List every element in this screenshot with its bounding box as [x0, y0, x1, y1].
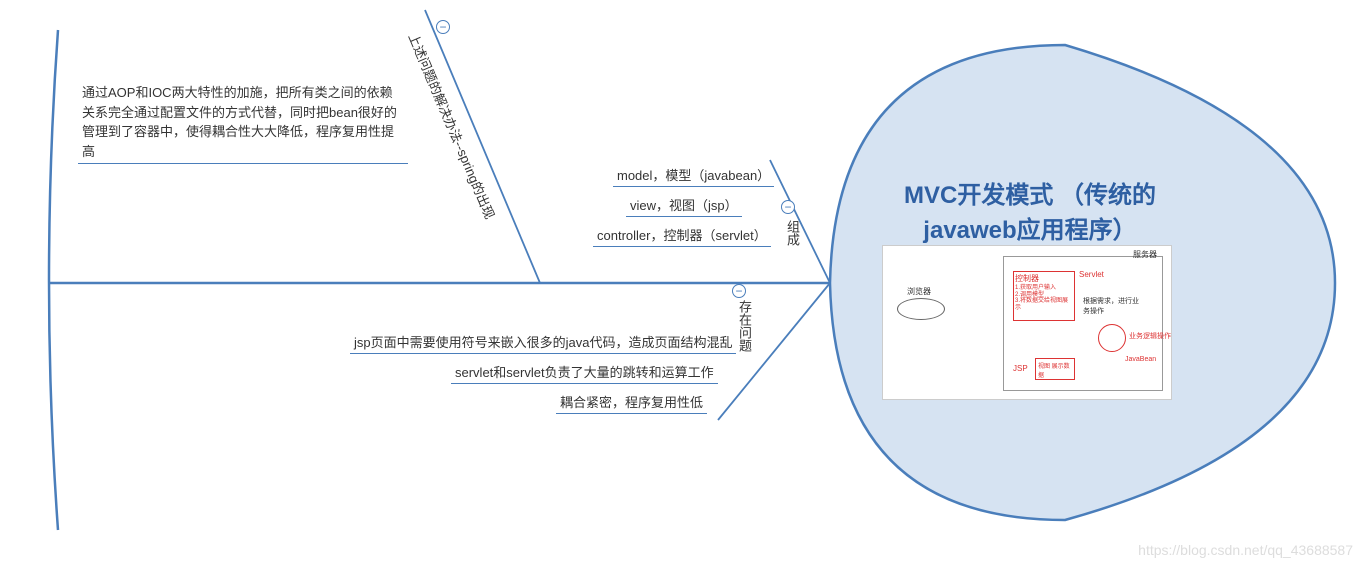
view-sub: 视图 展示数据	[1036, 359, 1074, 381]
model-desc: 根据需求，进行业务操作	[1083, 296, 1143, 316]
composition-branch-label: 组成	[783, 220, 802, 246]
view-box: 视图 展示数据	[1035, 358, 1075, 380]
embedded-diagram: 浏览器 服务器 控制器 1.获取用户输入 2.调用模型 3.将数据交给视图展示 …	[882, 245, 1172, 400]
composition-item-controller: controller，控制器（servlet）	[593, 225, 771, 247]
controller-label: 控制器	[1014, 272, 1074, 285]
problem-item-1: jsp页面中需要使用符号来嵌入很多的java代码，造成页面结构混乱	[350, 332, 736, 354]
servlet-label: Servlet	[1079, 270, 1104, 279]
model-circle	[1098, 324, 1126, 352]
problem-item-2: servlet和servlet负责了大量的跳转和运算工作	[451, 362, 718, 384]
composition-item-view: view，视图（jsp）	[626, 195, 742, 217]
collapse-icon[interactable]: −	[781, 200, 795, 214]
controller-sub: 1.获取用户输入 2.调用模型 3.将数据交给视图展示	[1014, 285, 1074, 311]
head-title: MVC开发模式 （传统的javaweb应用程序）	[870, 175, 1190, 245]
server-label: 服务器	[1133, 249, 1157, 260]
controller-box: 控制器 1.获取用户输入 2.调用模型 3.将数据交给视图展示	[1013, 271, 1075, 321]
browser-label: 浏览器	[907, 286, 931, 297]
browser-node	[897, 298, 945, 320]
composition-item-model: model，模型（javabean）	[613, 165, 774, 187]
watermark: https://blog.csdn.net/qq_43688587	[1138, 542, 1353, 558]
problems-branch-label: 存在问题	[735, 300, 754, 352]
javabean-label: JavaBean	[1125, 356, 1156, 363]
problem-item-3: 耦合紧密，程序复用性低	[556, 392, 707, 414]
collapse-icon[interactable]: −	[732, 284, 746, 298]
collapse-icon[interactable]: −	[436, 20, 450, 34]
solution-detail: 通过AOP和IOC两大特性的加施，把所有类之间的依赖关系完全通过配置文件的方式代…	[78, 83, 408, 164]
jsp-label: JSP	[1013, 364, 1028, 373]
logic-label: 业务逻辑操作	[1129, 331, 1171, 341]
